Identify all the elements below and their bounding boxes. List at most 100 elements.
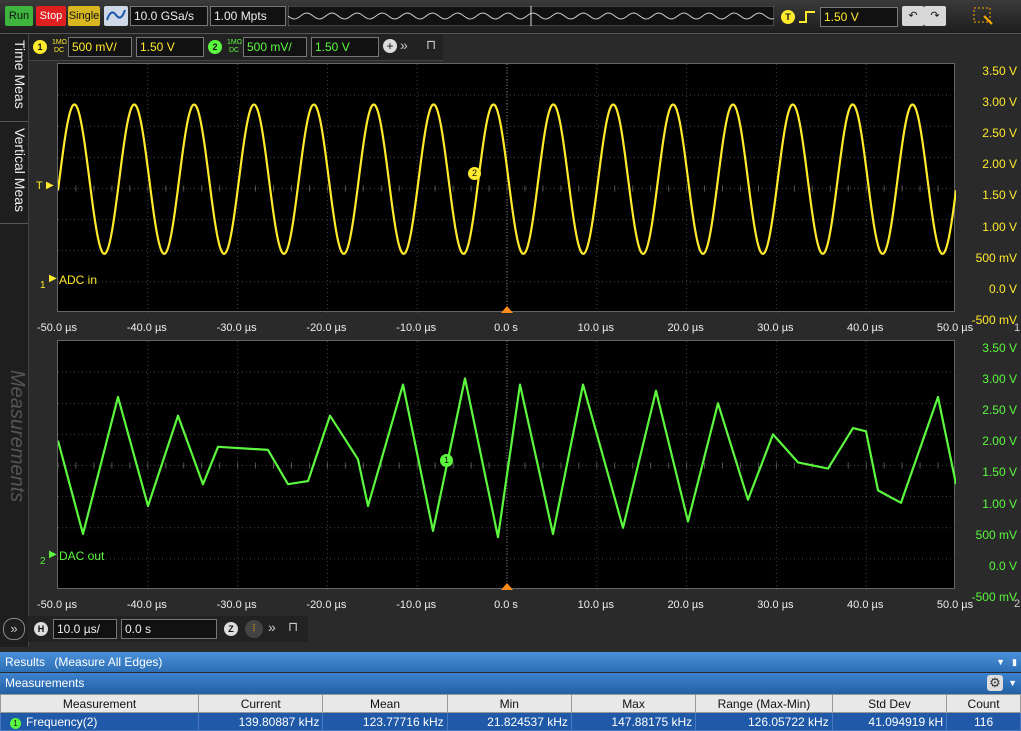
measurements-header[interactable]: Measurements ⚙ ▼ — [0, 673, 1021, 694]
pane-1-trace-marker-icon: ▶ — [49, 273, 57, 284]
time-label: -30.0 µs — [216, 322, 257, 334]
waveform-overview[interactable] — [288, 6, 774, 26]
pane-2-trace-label: DAC out — [59, 549, 105, 563]
pane-1-ground-marker: 1 — [40, 280, 46, 291]
time-label: 50.0 µs — [936, 599, 974, 611]
results-scroll-icon[interactable]: ▮ — [1012, 652, 1017, 672]
channel-1-offset-field[interactable]: 1.50 V — [136, 37, 204, 57]
time-label: 20.0 µs — [667, 599, 704, 611]
pane-2-trace-marker-icon: ▶ — [49, 549, 57, 560]
time-label: 0.0 s — [494, 599, 518, 611]
sample-rate-field[interactable]: 10.0 GSa/s — [130, 6, 208, 26]
volt-label: 500 mV — [975, 250, 1017, 265]
channel-2-badge[interactable]: 2 — [208, 40, 222, 54]
single-button[interactable]: Single — [68, 6, 100, 26]
run-button[interactable]: Run — [5, 6, 33, 26]
time-label: -40.0 µs — [126, 599, 167, 611]
timebase-pin-icon[interactable]: ⊓ — [288, 619, 298, 635]
channel-1-coupling-mode: DC — [54, 47, 65, 54]
channel-1-scale-field[interactable]: 500 mV/ — [68, 37, 132, 57]
measurement-label: Frequency(2) — [26, 714, 98, 729]
cell-max: 147.88175 kHz — [570, 712, 697, 731]
channel-2-coupling-mode: DC — [229, 47, 240, 54]
horizontal-badge[interactable]: H — [34, 622, 48, 636]
column-header[interactable]: Measurement — [0, 694, 200, 713]
time-label: -10.0 µs — [396, 599, 437, 611]
column-header[interactable]: Range (Max-Min) — [695, 694, 833, 713]
scope-pane-1[interactable] — [57, 63, 956, 313]
volt-label: 3.50 V — [982, 64, 1017, 78]
redo-button[interactable]: ↷ — [924, 6, 946, 26]
pin-icon[interactable]: ⊓ — [426, 37, 436, 53]
column-header[interactable]: Std Dev — [831, 694, 948, 713]
timebase-bar: H 10.0 µs/ 0.0 s Z ⦙ » ⊓ — [28, 616, 308, 642]
tab-measurements[interactable]: Measurements — [0, 364, 28, 534]
trigger-edge-icon[interactable] — [797, 8, 817, 26]
cell-min: 21.824537 kHz — [446, 712, 572, 731]
pane-1-channel-marker: 2 — [468, 167, 481, 180]
channel-2-scale-field[interactable]: 500 mV/ — [243, 37, 307, 57]
zoom-box-icon[interactable] — [972, 6, 994, 26]
trigger-level-field[interactable]: 1.50 V — [820, 7, 898, 27]
time-label: 30.0 µs — [757, 599, 794, 611]
cell-mean: 123.77716 kHz — [322, 712, 448, 731]
time-label: -20.0 µs — [306, 322, 347, 334]
volt-label: 2.50 V — [982, 126, 1017, 141]
measurements-table: Measurement Current Mean Min Max Range (Max-M… — [0, 694, 1021, 731]
pane-2-ground-marker: 2 — [40, 556, 46, 567]
add-channel-icon[interactable]: + — [383, 39, 397, 53]
volt-label: 2.00 V — [982, 434, 1017, 449]
time-label: -30.0 µs — [216, 599, 257, 611]
time-label: 50.0 µs — [936, 322, 974, 334]
volt-label: 2.50 V — [982, 403, 1017, 418]
time-delay-field[interactable]: 0.0 s — [121, 619, 217, 639]
time-label: 10.0 µs — [577, 599, 614, 611]
results-dropdown-icon[interactable]: ▼ — [996, 652, 1005, 672]
timebase-expand-icon[interactable]: » — [268, 619, 276, 635]
column-header[interactable]: Mean — [322, 694, 448, 713]
channel-1-badge[interactable]: 1 — [33, 40, 47, 54]
expand-panel-icon[interactable]: » — [3, 618, 25, 640]
trigger-badge[interactable]: T — [781, 10, 795, 24]
channel-2-offset-field[interactable]: 1.50 V — [311, 37, 379, 57]
expand-icon[interactable]: » — [400, 37, 408, 53]
autoscale-icon[interactable] — [104, 6, 128, 26]
top-toolbar: Run Stop Single 10.0 GSa/s 1.00 Mpts T 1… — [0, 0, 1021, 34]
pane-2-channel-marker: 1 — [440, 454, 453, 467]
volt-label: 0.0 V — [988, 281, 1017, 296]
cell-range: 126.05722 kHz — [695, 712, 833, 731]
results-header[interactable]: Results (Measure All Edges) ▼ ▮ — [0, 652, 1021, 672]
volt-label: 1.50 V — [982, 465, 1017, 480]
table-row[interactable]: 1 Frequency(2) 139.80887 kHz 123.77716 kHz 2… — [0, 712, 1021, 731]
measurement-channel-badge: 1 — [10, 717, 21, 729]
stop-button[interactable]: Stop — [36, 6, 66, 26]
time-label: 20.0 µs — [667, 322, 704, 334]
column-header[interactable]: Max — [570, 694, 697, 713]
volt-label: 1.00 V — [982, 496, 1017, 511]
time-label: 30.0 µs — [757, 322, 794, 334]
column-header[interactable]: Min — [446, 694, 572, 713]
scope-pane-2[interactable] — [57, 340, 956, 590]
time-scale-field[interactable]: 10.0 µs/ — [53, 619, 117, 639]
volt-label: 3.50 V — [982, 341, 1017, 355]
tab-time-meas[interactable]: Time Meas — [0, 34, 28, 122]
undo-button[interactable]: ↶ — [902, 6, 924, 26]
time-label: 10.0 µs — [577, 322, 614, 334]
time-label: -50.0 µs — [37, 322, 77, 334]
navigate-icon[interactable]: ⦙ — [245, 620, 263, 638]
waveform-grid-1 — [58, 64, 956, 313]
measurement-name: 1 Frequency(2) — [0, 712, 200, 731]
column-header[interactable]: Count — [946, 694, 1021, 713]
measurements-settings-icon[interactable]: ⚙ — [987, 675, 1003, 691]
time-label: -40.0 µs — [126, 322, 167, 334]
cell-current: 139.80887 kHz — [198, 712, 324, 731]
volt-label: 3.00 V — [982, 95, 1017, 110]
waveform-grid-2 — [58, 341, 956, 590]
time-label: 40.0 µs — [847, 322, 884, 334]
zoom-badge[interactable]: Z — [224, 622, 238, 636]
column-header[interactable]: Current — [198, 694, 324, 713]
tab-vertical-meas[interactable]: Vertical Meas — [0, 122, 28, 224]
memory-depth-field[interactable]: 1.00 Mpts — [210, 6, 286, 26]
measurements-dropdown-icon[interactable]: ▼ — [1008, 673, 1017, 694]
volt-label: 3.00 V — [982, 372, 1017, 387]
